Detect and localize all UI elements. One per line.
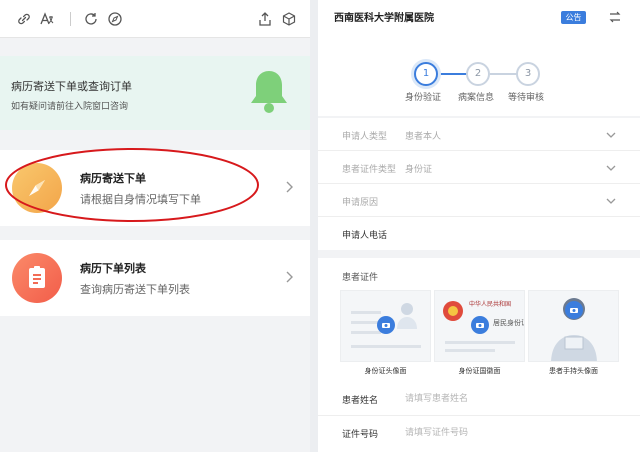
cube-icon[interactable] bbox=[280, 10, 298, 28]
compass-icon bbox=[12, 163, 62, 213]
banner-title: 病历寄送下单或查询订单 bbox=[11, 80, 132, 93]
card-title: 病历寄送下单 bbox=[80, 172, 146, 185]
applicant-type-select[interactable]: 申请人类型 患者本人 bbox=[318, 118, 640, 151]
info-banner: 病历寄送下单或查询订单 如有疑问请前往入院窗口咨询 bbox=[0, 56, 310, 130]
header: 西南医科大学附属医院 公告 bbox=[318, 0, 640, 38]
notice-badge[interactable]: 公告 bbox=[561, 11, 586, 24]
hospital-name: 西南医科大学附属医院 bbox=[334, 13, 434, 24]
toolbar-divider bbox=[70, 12, 71, 26]
swap-icon[interactable] bbox=[608, 10, 622, 24]
doc-label: 患者手持头像面 bbox=[549, 367, 598, 375]
toolbar bbox=[0, 0, 310, 38]
refresh-icon[interactable] bbox=[82, 10, 100, 28]
progress-steps: 1 2 3 身份验证 病案信息 等待审核 bbox=[318, 38, 640, 116]
patient-name-input[interactable] bbox=[405, 390, 605, 408]
order-submit-card[interactable]: 病历寄送下单 请根据自身情况填写下单 bbox=[0, 150, 310, 226]
share-icon[interactable] bbox=[256, 10, 274, 28]
id-number-row: 证件号码 bbox=[318, 418, 640, 450]
card-subtitle: 查询病历寄送下单列表 bbox=[80, 283, 190, 296]
id-type-select[interactable]: 患者证件类型 身份证 bbox=[318, 151, 640, 184]
documents-section: 患者证件 身份证头像面 中华人民共和国 居民身份证 身份证国徽面 患者手持头像面… bbox=[318, 258, 640, 452]
form-value: 患者本人 bbox=[405, 132, 442, 142]
form-label: 患者证件类型 bbox=[342, 165, 397, 175]
step-3-label: 等待审核 bbox=[508, 93, 545, 103]
step-2-label: 病案信息 bbox=[458, 93, 495, 103]
chevron-right-icon bbox=[286, 181, 293, 193]
translate-icon[interactable] bbox=[38, 10, 56, 28]
chevron-down-icon bbox=[606, 132, 616, 138]
chevron-down-icon bbox=[606, 165, 616, 171]
step-2-circle: 2 bbox=[466, 62, 490, 86]
step-1-label: 身份验证 bbox=[405, 93, 442, 103]
input-label: 患者姓名 bbox=[342, 396, 379, 406]
left-panel: 病历寄送下单或查询订单 如有疑问请前往入院窗口咨询 病历寄送下单 请根据自身情况… bbox=[0, 0, 310, 452]
chevron-right-icon bbox=[286, 271, 293, 283]
card-subtitle: 请根据自身情况填写下单 bbox=[80, 193, 201, 206]
document-icon bbox=[12, 253, 62, 303]
id-front-upload[interactable] bbox=[340, 290, 431, 362]
id-back-upload[interactable]: 中华人民共和国 居民身份证 bbox=[434, 290, 525, 362]
emblem-id-text: 居民身份证 bbox=[493, 319, 525, 327]
patient-name-row: 患者姓名 bbox=[318, 384, 640, 416]
form-label: 申请人类型 bbox=[342, 132, 388, 142]
card-title: 病历下单列表 bbox=[80, 262, 146, 275]
reason-select[interactable]: 申请原因 bbox=[318, 184, 640, 217]
form-value: 身份证 bbox=[405, 165, 433, 175]
application-form: 申请人类型 患者本人 患者证件类型 身份证 申请原因 申请人电话 bbox=[318, 118, 640, 250]
handheld-photo-upload[interactable] bbox=[528, 290, 619, 362]
input-label: 证件号码 bbox=[342, 430, 379, 440]
step-3-circle: 3 bbox=[516, 62, 540, 86]
camera-icon bbox=[377, 316, 395, 334]
id-number-input[interactable] bbox=[405, 424, 605, 442]
chevron-down-icon bbox=[606, 198, 616, 204]
documents-title: 患者证件 bbox=[342, 273, 379, 283]
applicant-phone-row[interactable]: 申请人电话 bbox=[318, 217, 640, 250]
doc-label: 身份证头像面 bbox=[364, 367, 407, 375]
camera-icon bbox=[565, 301, 583, 319]
step-1-circle: 1 bbox=[414, 62, 438, 86]
compass-icon[interactable] bbox=[106, 10, 124, 28]
form-label: 申请原因 bbox=[342, 198, 379, 208]
form-label: 申请人电话 bbox=[342, 231, 388, 241]
doc-label: 身份证国徽面 bbox=[458, 367, 501, 375]
camera-icon bbox=[471, 316, 489, 334]
right-panel: 西南医科大学附属医院 公告 1 2 3 身份验证 病案信息 等待审核 申请人类型… bbox=[318, 0, 640, 452]
link-icon[interactable] bbox=[15, 10, 33, 28]
bell-icon bbox=[251, 71, 287, 113]
emblem-country-text: 中华人民共和国 bbox=[469, 301, 512, 308]
order-list-card[interactable]: 病历下单列表 查询病历寄送下单列表 bbox=[0, 240, 310, 316]
banner-subtitle: 如有疑问请前往入院窗口咨询 bbox=[11, 102, 129, 112]
